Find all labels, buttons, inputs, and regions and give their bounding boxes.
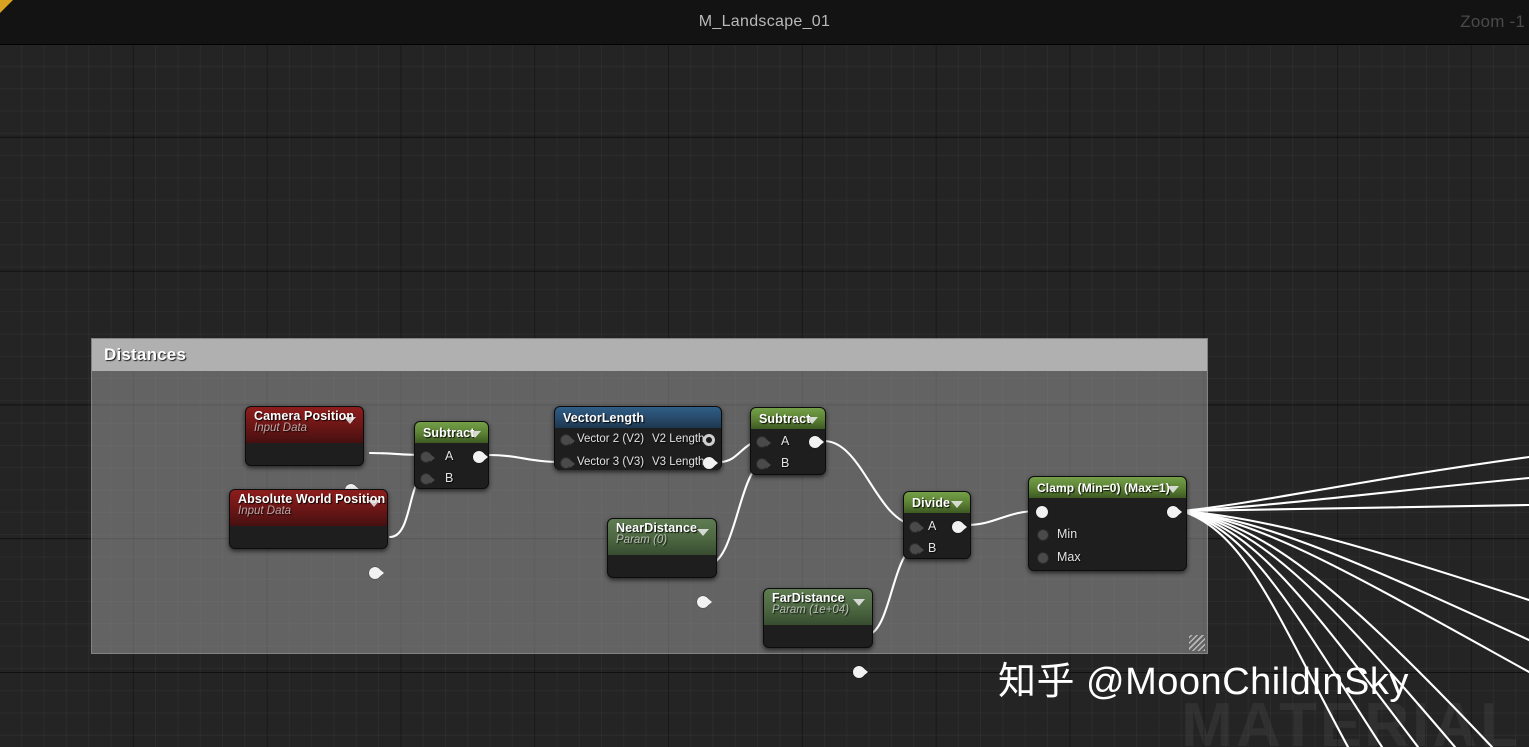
node-body-subtract-2: A B bbox=[751, 429, 825, 474]
input-pin-divide-b[interactable] bbox=[909, 543, 924, 555]
node-header-divide[interactable]: Divide bbox=[904, 492, 970, 513]
output-pin-subtract-1[interactable] bbox=[473, 451, 488, 463]
node-header-camera-position[interactable]: Camera Position Input Data bbox=[246, 407, 363, 443]
comment-box-title: Distances bbox=[104, 345, 187, 364]
node-subtract-1[interactable]: Subtract A B bbox=[414, 421, 489, 489]
input-label-subtract-1-b: B bbox=[445, 471, 454, 485]
comment-box-header[interactable]: Distances bbox=[92, 339, 1207, 371]
node-body-near-distance bbox=[608, 555, 716, 608]
input-label-clamp-max: Max bbox=[1057, 550, 1081, 564]
node-header-subtract-1[interactable]: Subtract bbox=[415, 422, 488, 443]
node-far-distance[interactable]: FarDistance Param (1e+04) bbox=[763, 588, 873, 678]
node-header-near-distance[interactable]: NearDistance Param (0) bbox=[608, 519, 716, 555]
node-title-clamp: Clamp (Min=0) (Max=1) bbox=[1037, 480, 1170, 495]
output-label-vector-length-v3: V3 Length bbox=[652, 456, 705, 468]
input-label-subtract-2-b: B bbox=[781, 456, 790, 470]
node-header-absolute-world-position[interactable]: Absolute World Position Input Data bbox=[230, 490, 387, 526]
watermark-text: 知乎 @MoonChildInSky bbox=[998, 661, 1409, 703]
comment-resize-handle[interactable] bbox=[1189, 635, 1205, 651]
chevron-down-icon[interactable] bbox=[1167, 485, 1179, 493]
chevron-down-icon[interactable] bbox=[344, 417, 356, 424]
node-header-subtract-2[interactable]: Subtract bbox=[751, 408, 825, 429]
input-label-subtract-1-a: A bbox=[445, 449, 454, 463]
node-header-far-distance[interactable]: FarDistance Param (1e+04) bbox=[764, 589, 872, 625]
input-pin-clamp-max[interactable] bbox=[1037, 552, 1049, 564]
input-label-vector-length-v2: Vector 2 (V2) bbox=[577, 433, 645, 445]
chevron-down-icon[interactable] bbox=[951, 500, 963, 508]
editor-titlebar: M_Landscape_01 Zoom -1 bbox=[0, 0, 1529, 45]
node-header-vector-length[interactable]: VectorLength bbox=[555, 407, 721, 428]
node-absolute-world-position[interactable]: Absolute World Position Input Data bbox=[229, 489, 388, 579]
node-body-clamp: Min Max bbox=[1029, 498, 1186, 570]
output-pin-divide[interactable] bbox=[952, 521, 967, 533]
node-title-near-distance: NearDistance bbox=[616, 521, 698, 535]
input-pin-clamp-min[interactable] bbox=[1037, 529, 1049, 541]
node-divide[interactable]: Divide A B bbox=[903, 491, 971, 559]
node-subtitle-far-distance: Param (1e+04) bbox=[772, 604, 850, 616]
chevron-down-icon[interactable] bbox=[806, 416, 818, 424]
node-title-subtract-2: Subtract bbox=[759, 411, 811, 426]
input-pin-vector-length-v2[interactable] bbox=[560, 434, 575, 446]
input-pin-vector-length-v3[interactable] bbox=[560, 457, 575, 469]
node-body-divide: A B bbox=[904, 513, 970, 558]
node-subtitle-camera-position: Input Data bbox=[254, 422, 308, 434]
page-title: M_Landscape_01 bbox=[698, 13, 831, 30]
node-header-clamp[interactable]: Clamp (Min=0) (Max=1) bbox=[1029, 477, 1186, 498]
input-pin-subtract-1-a[interactable] bbox=[420, 451, 435, 463]
node-vector-length[interactable]: VectorLength Vector 2 (V2) V2 Length Vec… bbox=[554, 406, 722, 470]
zoom-level-indicator: Zoom -1 bbox=[1460, 12, 1525, 31]
input-pin-divide-a[interactable] bbox=[909, 521, 924, 533]
node-title-subtract-1: Subtract bbox=[423, 425, 475, 440]
input-label-clamp-min: Min bbox=[1057, 527, 1078, 541]
node-near-distance[interactable]: NearDistance Param (0) bbox=[607, 518, 717, 608]
output-pin-clamp[interactable] bbox=[1167, 506, 1182, 518]
node-title-divide: Divide bbox=[912, 495, 951, 510]
corner-accent-marker bbox=[0, 0, 13, 13]
input-label-divide-a: A bbox=[928, 519, 937, 533]
output-pin-near-distance[interactable] bbox=[697, 596, 712, 608]
node-subtitle-near-distance: Param (0) bbox=[616, 534, 668, 546]
node-camera-position[interactable]: Camera Position Input Data bbox=[245, 406, 364, 496]
chevron-down-icon[interactable] bbox=[368, 500, 380, 507]
output-pin-vector-length-v3[interactable] bbox=[703, 457, 718, 469]
node-title-absolute-world-position: Absolute World Position bbox=[238, 492, 386, 506]
node-clamp[interactable]: Clamp (Min=0) (Max=1) Min Max bbox=[1028, 476, 1187, 571]
output-pin-vector-length-v2[interactable] bbox=[703, 434, 715, 446]
material-editor-window: MATERIAL Distances Camera Position Input… bbox=[0, 0, 1529, 747]
node-title-far-distance: FarDistance bbox=[772, 591, 845, 605]
input-label-vector-length-v3: Vector 3 (V3) bbox=[577, 456, 645, 468]
node-title-camera-position: Camera Position bbox=[254, 409, 355, 423]
chevron-down-icon[interactable] bbox=[853, 599, 865, 606]
output-pin-subtract-2[interactable] bbox=[809, 436, 824, 448]
node-subtitle-absolute-world-position: Input Data bbox=[238, 505, 292, 517]
input-pin-subtract-1-b[interactable] bbox=[420, 473, 435, 485]
chevron-down-icon[interactable] bbox=[469, 430, 481, 438]
input-pin-subtract-2-a[interactable] bbox=[756, 436, 771, 448]
input-label-subtract-2-a: A bbox=[781, 434, 790, 448]
node-body-camera-position bbox=[246, 443, 363, 496]
node-body-subtract-1: A B bbox=[415, 443, 488, 488]
chevron-down-icon[interactable] bbox=[697, 529, 709, 536]
input-pin-clamp-value[interactable] bbox=[1036, 506, 1048, 518]
node-body-absolute-world-position bbox=[230, 526, 387, 579]
input-pin-subtract-2-b[interactable] bbox=[756, 458, 771, 470]
node-body-far-distance bbox=[764, 625, 872, 678]
node-body-vector-length: Vector 2 (V2) V2 Length Vector 3 (V3) V3… bbox=[555, 428, 721, 470]
output-label-vector-length-v2: V2 Length bbox=[652, 433, 705, 445]
output-pin-absolute-world-position[interactable] bbox=[369, 567, 384, 579]
node-subtract-2[interactable]: Subtract A B bbox=[750, 407, 826, 475]
output-pin-far-distance[interactable] bbox=[853, 666, 868, 678]
node-title-vector-length: VectorLength bbox=[563, 410, 645, 425]
input-label-divide-b: B bbox=[928, 541, 937, 555]
